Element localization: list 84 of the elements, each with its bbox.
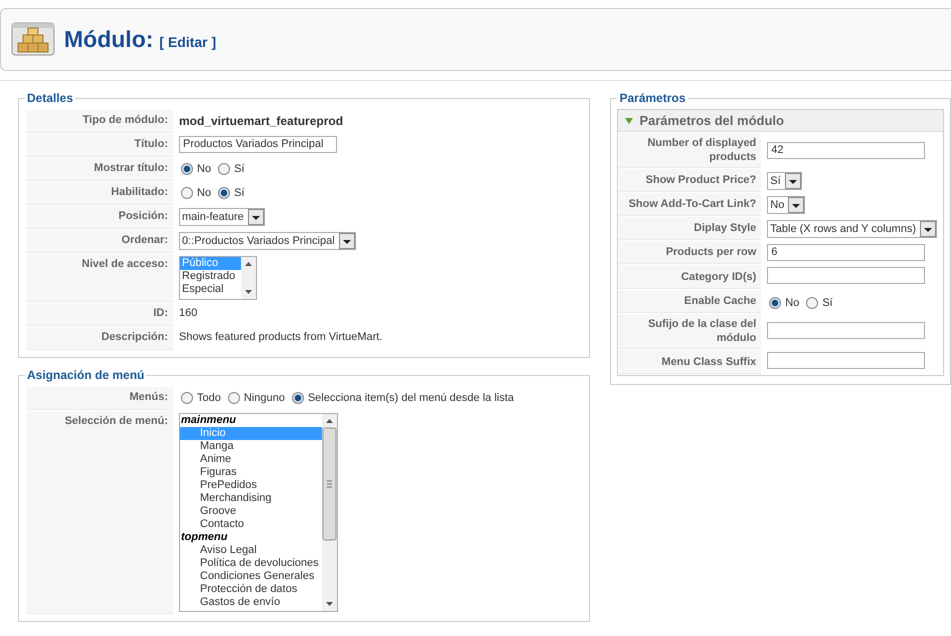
field-label: Menús: (26, 387, 173, 410)
field-label: Posición: (26, 206, 173, 229)
dropdown[interactable]: No (767, 196, 806, 214)
field-label: Tipo de módulo: (26, 110, 173, 133)
boxes-icon (11, 20, 55, 58)
field-label: Selección de menú: (26, 411, 173, 614)
input-field[interactable] (767, 322, 926, 338)
scrollbar[interactable] (322, 414, 337, 611)
field-label: Menu Class Suffix (619, 350, 762, 374)
dropdown[interactable]: Table (X rows and Y columns) (767, 220, 937, 238)
scrollbar[interactable] (241, 257, 256, 299)
section-header[interactable]: Parámetros del módulo (618, 110, 943, 132)
field-label: Products per row (619, 241, 762, 264)
list-option[interactable]: Contacto (180, 518, 322, 531)
field-label: Show Add-To-Cart Link? (619, 193, 762, 216)
radio-label: Todo (197, 392, 221, 404)
input-field[interactable]: 42 (767, 142, 926, 159)
list-group-label: topmenu (180, 531, 228, 544)
caret-icon (248, 209, 264, 225)
radio-button[interactable] (292, 392, 304, 404)
list-option[interactable]: Aviso Legal (180, 544, 322, 557)
list-group-label: mainmenu (180, 414, 238, 427)
radio-label: No (785, 297, 800, 309)
field-label: Ordenar: (26, 230, 173, 253)
radio-label: Sí (234, 163, 244, 175)
radio-label: No (197, 187, 212, 199)
radio-label: Ninguno (244, 392, 285, 404)
panel-legend: Parámetros (617, 91, 688, 105)
radio-button[interactable] (769, 297, 782, 309)
caret-icon (338, 233, 355, 249)
dropdown[interactable]: 0::Productos Variados Principal (179, 232, 356, 250)
field-value: mod_virtuemart_featureprod (179, 113, 344, 128)
radio-label: No (197, 163, 212, 175)
list-option[interactable]: PrePedidos (180, 479, 322, 492)
list-option[interactable]: Merchandising (180, 492, 322, 505)
field-label: Category ID(s) (619, 265, 762, 289)
list-option[interactable]: Gastos de envío (180, 596, 322, 609)
page-title: Módulo: (64, 26, 154, 53)
list-option[interactable]: Anime (180, 453, 322, 466)
field-label: Nivel de acceso: (26, 254, 173, 302)
field-value: Shows featured products from VirtueMart. (179, 330, 382, 343)
dropdown[interactable]: main-feature (179, 208, 265, 226)
radio-label: Sí (822, 297, 833, 309)
radio-button[interactable] (806, 297, 818, 309)
field-label: Descripción: (26, 327, 173, 350)
page-subtitle: [ Editar ] (159, 33, 216, 50)
dropdown[interactable]: Sí (767, 172, 802, 190)
input-field[interactable]: Productos Variados Principal (179, 136, 337, 153)
listbox[interactable]: Público Registrado Especial (179, 256, 257, 300)
list-option[interactable]: Especial (180, 283, 241, 296)
caret-icon (784, 172, 801, 188)
field-label: ID: (26, 303, 173, 326)
field-value: 160 (179, 306, 198, 319)
panel-legend: Detalles (25, 91, 76, 105)
caret-icon (920, 220, 936, 236)
field-label: Sufijo de la clase del módulo (619, 314, 762, 349)
caret-icon (788, 196, 804, 212)
field-label: Título: (26, 134, 173, 157)
input-field[interactable] (767, 352, 926, 369)
field-label: Show Product Price? (619, 169, 762, 192)
radio-button[interactable] (181, 392, 193, 404)
list-option[interactable]: Manga (180, 440, 322, 453)
field-label: Diplay Style (619, 217, 762, 240)
list-option[interactable]: Protección de datos (180, 583, 322, 596)
input-field[interactable] (767, 267, 926, 284)
radio-button[interactable] (228, 392, 240, 404)
listbox[interactable]: mainmenu Inicio Manga Anime Figuras PrePedidos Merchandising Groove Contacto topmenu Aviso Legal Política de devoluciones Condiciones Generales Protección de datos Gastos de envío (179, 413, 338, 612)
radio-button[interactable] (181, 163, 193, 175)
field-label: Habilitado: (26, 182, 173, 205)
field-label: Mostrar título: (26, 158, 173, 181)
input-field[interactable]: 6 (767, 244, 926, 261)
list-option[interactable]: Política de devoluciones (180, 557, 322, 570)
list-option[interactable]: Figuras (180, 466, 322, 479)
radio-button[interactable] (181, 187, 193, 199)
panel-legend: Asignación de menú (25, 368, 146, 382)
radio-label: Sí (234, 187, 244, 199)
radio-label: Selecciona item(s) del menú desde la lista (308, 392, 514, 404)
list-option[interactable]: Registrado (180, 270, 241, 283)
list-option[interactable]: Groove (180, 505, 322, 518)
radio-button[interactable] (218, 163, 230, 175)
radio-button[interactable] (218, 187, 230, 199)
field-label: Number of displayed products (619, 133, 762, 168)
list-option[interactable]: Condiciones Generales (180, 570, 322, 583)
field-label: Enable Cache (619, 290, 762, 313)
